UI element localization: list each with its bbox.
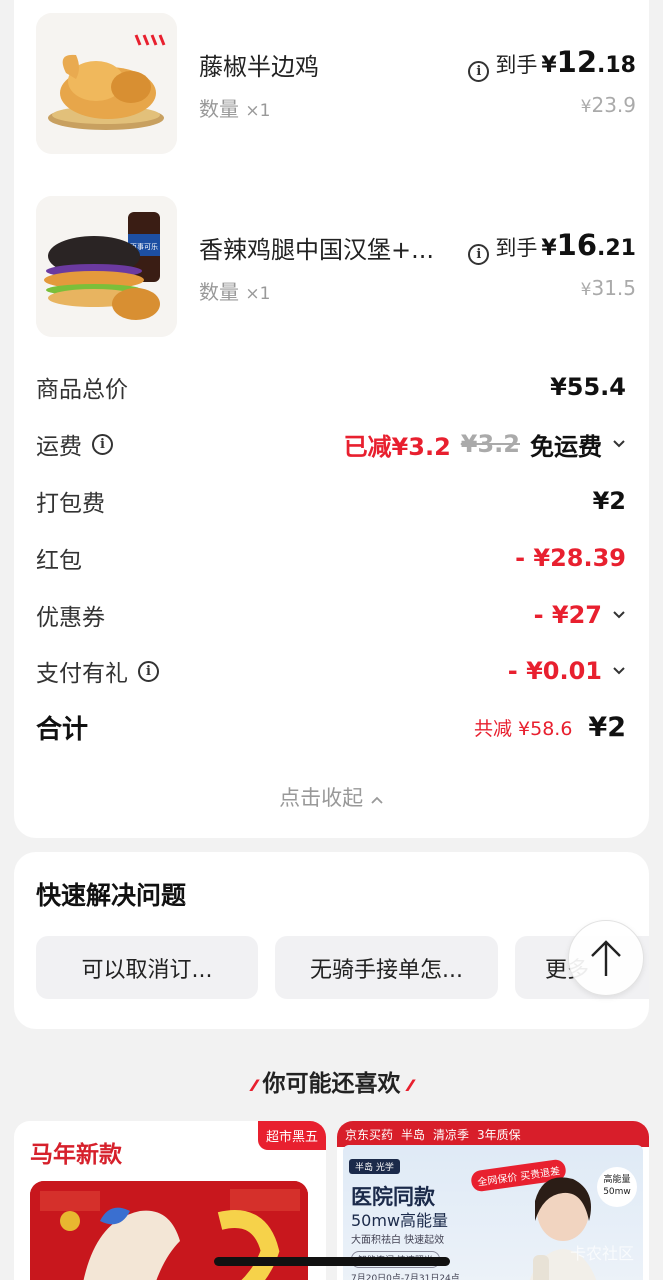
order-summary-card: 藤椒半边鸡 数量 ×1 i 到手 ¥12.18 ¥23.9 百事可乐 香辣鸡腿中… xyxy=(14,0,649,838)
original-price-value: 23.9 xyxy=(591,93,636,117)
brand-tag: 半岛 光学 xyxy=(349,1159,400,1174)
receive-label: 到手 xyxy=(495,236,538,260)
original-price: ¥31.5 xyxy=(581,276,636,300)
pay-gift-row[interactable]: 支付有礼 i - ¥0.01 xyxy=(36,651,626,691)
promo-tag: 超市黑五 xyxy=(257,1121,326,1150)
quick-chip-cancel[interactable]: 可以取消订... xyxy=(36,936,258,999)
scroll-to-top-button[interactable] xyxy=(568,920,644,996)
arrow-up-icon xyxy=(591,940,621,976)
info-icon[interactable]: i xyxy=(468,244,490,265)
item-price: i 到手 ¥12.18 xyxy=(468,45,636,82)
shipping-free: 免运费 xyxy=(530,432,602,461)
currency-symbol: ¥ xyxy=(541,236,557,261)
brand-bandao: 半岛 xyxy=(401,1127,426,1142)
chevron-up-icon xyxy=(371,796,383,804)
hongbao-label: 红包 xyxy=(36,548,82,574)
chevron-down-icon[interactable] xyxy=(612,437,626,451)
quick-chip-no-rider[interactable]: 无骑手接单怎... xyxy=(275,936,498,999)
quick-help-title: 快速解决问题 xyxy=(36,881,187,910)
original-price: ¥23.9 xyxy=(581,93,636,117)
currency-symbol: ¥ xyxy=(580,280,592,300)
hongbao-row: 红包 - ¥28.39 xyxy=(36,538,626,578)
quantity-label: 数量 xyxy=(199,97,239,121)
price-decimal: .21 xyxy=(597,236,636,261)
pay-gift-label: 支付有礼 xyxy=(36,661,128,687)
shipping-reduced: 已减¥3.2 xyxy=(343,432,451,461)
quantity-label: 数量 xyxy=(199,280,239,304)
price-integer: 12 xyxy=(556,45,598,79)
chevron-down-icon[interactable] xyxy=(612,664,626,678)
pay-gift-value: - ¥0.01 xyxy=(507,657,602,685)
coupon-value: - ¥27 xyxy=(533,601,602,629)
collapse-label: 点击收起 xyxy=(279,786,364,810)
total-row: 合计 共减 ¥58.6 ¥2 xyxy=(36,707,626,747)
shipping-row[interactable]: 运费 i 已减¥3.2 ¥3.2 免运费 xyxy=(36,424,626,464)
goods-total-label: 商品总价 xyxy=(36,377,128,403)
energy-badge: 高能量 50mw xyxy=(597,1167,637,1207)
total-value: ¥2 xyxy=(588,711,626,743)
decoration-icon: ⁄⁄⁄ xyxy=(408,1076,413,1095)
price-decimal: .18 xyxy=(597,53,636,78)
quick-help-card: 快速解决问题 可以取消订... 无骑手接单怎... 更多 xyxy=(14,852,649,1029)
brand-season: 清凉季 xyxy=(433,1127,470,1142)
burger-combo-thumbnail: 百事可乐 xyxy=(36,196,177,337)
item-name: 藤椒半边鸡 xyxy=(199,53,319,81)
hongbao-value: - ¥28.39 xyxy=(515,544,626,572)
decoration-icon: ⁄⁄⁄ xyxy=(252,1076,256,1095)
chevron-down-icon[interactable] xyxy=(612,608,626,622)
shipping-label: 运费 xyxy=(36,434,82,460)
info-icon[interactable]: i xyxy=(468,61,490,82)
quantity-value: ×1 xyxy=(245,284,271,304)
coupon-label: 优惠券 xyxy=(36,605,105,631)
packing-fee-row: 打包费 ¥2 xyxy=(36,481,626,521)
price-integer: 16 xyxy=(556,228,598,262)
order-item[interactable]: 百事可乐 香辣鸡腿中国汉堡+... 数量 ×1 i 到手 ¥16.21 ¥31.… xyxy=(36,196,636,338)
coupon-row[interactable]: 优惠券 - ¥27 xyxy=(36,595,626,635)
recommend-title-text: 你可能还喜欢 xyxy=(262,1071,401,1097)
product-feature: 大面积祛白 快速起效 xyxy=(351,1235,445,1246)
item-quantity: 数量 ×1 xyxy=(199,93,270,122)
warranty-label: 3年质保 xyxy=(477,1127,521,1142)
chicken-thumbnail xyxy=(36,13,177,154)
item-quantity: 数量 ×1 xyxy=(199,276,270,305)
total-saved: 共减 ¥58.6 xyxy=(473,717,573,740)
brand-jd: 京东买药 xyxy=(345,1127,394,1142)
brand-bar: 京东买药 半岛 清凉季 3年质保 xyxy=(337,1121,649,1147)
currency-symbol: ¥ xyxy=(580,97,592,117)
item-price: i 到手 ¥16.21 xyxy=(468,228,636,265)
goods-total-row: 商品总价 ¥55.4 xyxy=(36,367,626,407)
total-label: 合计 xyxy=(36,714,89,745)
receive-label: 到手 xyxy=(495,53,538,77)
recommend-title: ⁄⁄⁄ 你可能还喜欢 ⁄⁄⁄ xyxy=(0,1064,663,1098)
promo-date: 7月20日0点-7月31日24点 xyxy=(351,1274,460,1280)
item-name: 香辣鸡腿中国汉堡+... xyxy=(199,236,434,264)
packing-fee-label: 打包费 xyxy=(36,491,105,517)
info-icon[interactable]: i xyxy=(138,660,159,682)
product-title: 马年新款 xyxy=(30,1142,122,1168)
product-subheadline: 50mw高能量 xyxy=(351,1211,449,1230)
goods-total-value: ¥55.4 xyxy=(550,373,626,401)
packing-fee-value: ¥2 xyxy=(592,487,626,515)
collapse-button[interactable]: 点击收起 xyxy=(14,782,649,812)
final-price: ¥16.21 xyxy=(541,228,636,262)
home-indicator[interactable] xyxy=(214,1257,450,1266)
original-price-value: 31.5 xyxy=(591,276,636,300)
final-price: ¥12.18 xyxy=(541,45,636,79)
currency-symbol: ¥ xyxy=(541,53,557,78)
watermark: 卡农社区 xyxy=(570,1244,635,1263)
info-icon[interactable]: i xyxy=(92,433,113,455)
shipping-original: ¥3.2 xyxy=(460,430,520,458)
quantity-value: ×1 xyxy=(245,101,271,121)
order-item[interactable]: 藤椒半边鸡 数量 ×1 i 到手 ¥12.18 ¥23.9 xyxy=(36,13,636,155)
